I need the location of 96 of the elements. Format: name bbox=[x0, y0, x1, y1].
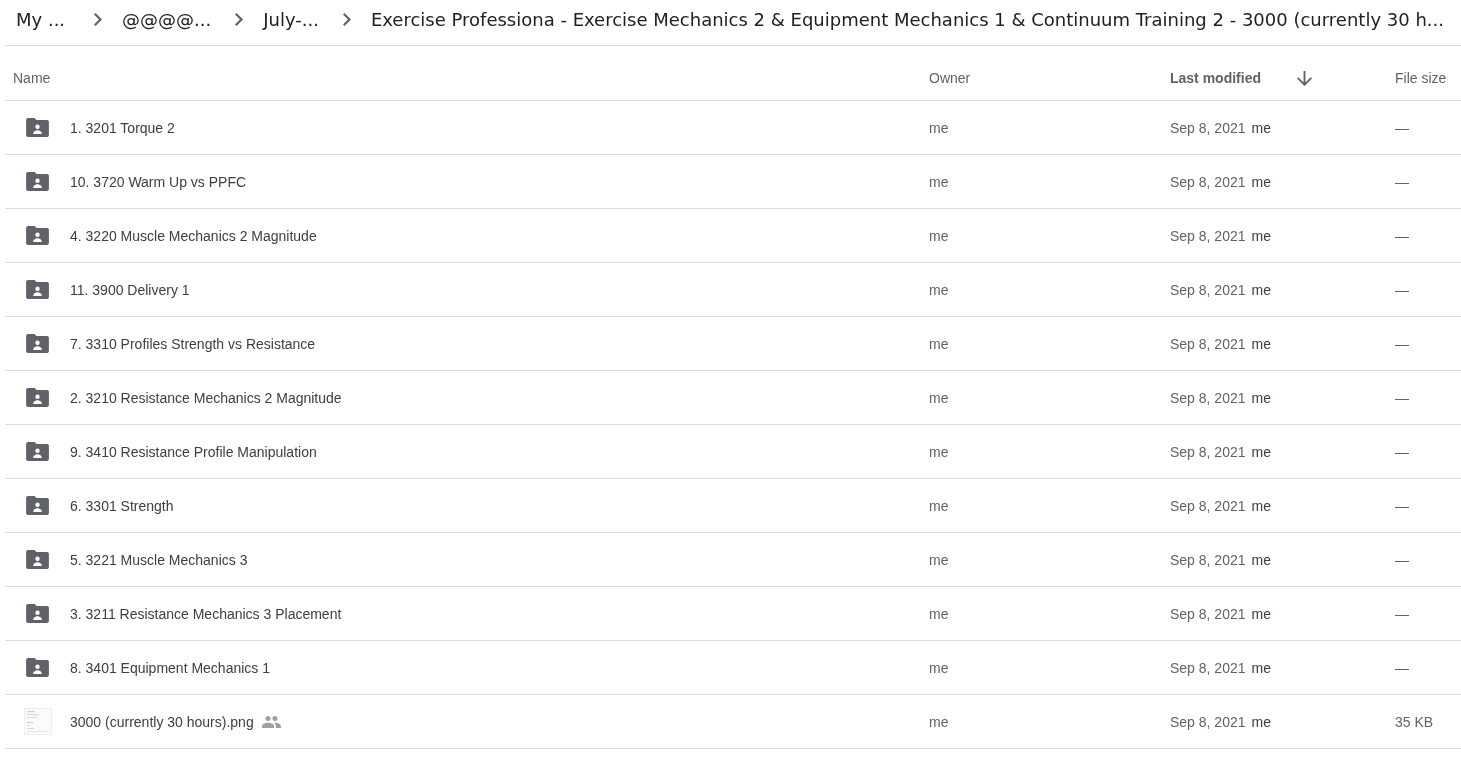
shared-folder-icon bbox=[26, 280, 49, 299]
file-name[interactable]: 3000 (currently 30 hours).png bbox=[70, 713, 254, 730]
owner-text: me bbox=[929, 497, 949, 514]
modified-by-text: me bbox=[1251, 227, 1271, 244]
chevron-right-icon bbox=[342, 12, 351, 26]
column-header[interactable]: Owner bbox=[929, 70, 971, 86]
file-row[interactable]: 8. 3401 Equipment Mechanics 1 me Sep 8, 2021 me — bbox=[5, 641, 1461, 695]
modified-date: Sep 8, 2021 bbox=[1170, 281, 1246, 298]
shared-folder-icon bbox=[26, 118, 49, 137]
file-row[interactable]: 10. 3720 Warm Up vs PPFC me Sep 8, 2021 me — bbox=[5, 155, 1461, 209]
modified-date: Sep 8, 2021 bbox=[1170, 551, 1246, 568]
shared-folder-icon bbox=[26, 550, 49, 569]
shared-folder-icon bbox=[26, 496, 49, 515]
modified-by-text: me bbox=[1251, 659, 1271, 676]
modified-by-text: me bbox=[1251, 389, 1271, 406]
owner-text: me bbox=[929, 227, 949, 244]
owner-text: me bbox=[929, 551, 949, 568]
owner-text: me bbox=[929, 659, 949, 676]
modified-by-text: me bbox=[1251, 605, 1271, 622]
file-name[interactable]: 10. 3720 Warm Up vs PPFC bbox=[70, 173, 247, 190]
shared-folder-icon bbox=[26, 442, 49, 461]
file-size-text: — bbox=[1395, 605, 1409, 622]
file-size-text: — bbox=[1395, 119, 1409, 136]
modified-date: Sep 8, 2021 bbox=[1170, 713, 1246, 730]
modified-by-text: me bbox=[1251, 713, 1271, 730]
file-row[interactable]: 11. 3900 Delivery 1 me Sep 8, 2021 me — bbox=[5, 263, 1461, 317]
file-name[interactable]: 3. 3211 Resistance Mechanics 3 Placement bbox=[70, 605, 342, 622]
owner-text: me bbox=[929, 119, 949, 136]
file-size-text: — bbox=[1395, 443, 1409, 460]
file-size-text: — bbox=[1395, 335, 1409, 352]
breadcrumb-item[interactable]: July-... bbox=[255, 4, 331, 34]
shared-folder-icon bbox=[26, 604, 49, 623]
chevron-right-icon bbox=[94, 12, 102, 26]
file-name[interactable]: 9. 3410 Resistance Profile Manipulation bbox=[70, 443, 317, 460]
file-name[interactable]: 7. 3310 Profiles Strength vs Resistance bbox=[70, 335, 316, 352]
modified-by-text: me bbox=[1251, 335, 1271, 352]
file-size-text: — bbox=[1395, 227, 1409, 244]
file-size-text: — bbox=[1395, 551, 1409, 568]
file-name[interactable]: 8. 3401 Equipment Mechanics 1 bbox=[70, 659, 270, 676]
file-size-text: 35 KB bbox=[1395, 713, 1434, 730]
modified-by-text: me bbox=[1251, 281, 1271, 298]
modified-date: Sep 8, 2021 bbox=[1170, 335, 1246, 352]
modified-by-text: me bbox=[1251, 173, 1271, 190]
modified-date: Sep 8, 2021 bbox=[1170, 497, 1246, 514]
breadcrumb-item[interactable]: Exercise Professiona - Exercise Mechanics 2 & Equipment Mechanics 1 & Continuum Training 2 - 3000 (currently 30 h... bbox=[362, 4, 1448, 34]
modified-date: Sep 8, 2021 bbox=[1170, 173, 1246, 190]
file-name[interactable]: 4. 3220 Muscle Mechanics 2 Magnitude bbox=[70, 227, 317, 244]
file-row[interactable]: 4. 3220 Muscle Mechanics 2 Magnitude me Sep 8, 2021 me — bbox=[5, 209, 1461, 263]
modified-date: Sep 8, 2021 bbox=[1170, 443, 1246, 460]
column-header[interactable]: Last modified bbox=[1170, 70, 1261, 86]
file-size-text: — bbox=[1395, 659, 1409, 676]
file-size-text: — bbox=[1395, 281, 1409, 298]
file-size-text: — bbox=[1395, 173, 1409, 190]
owner-text: me bbox=[929, 173, 949, 190]
sort-down-arrow-icon[interactable] bbox=[1297, 70, 1312, 86]
owner-text: me bbox=[929, 605, 949, 622]
breadcrumb-item[interactable]: @@@@... bbox=[114, 4, 224, 34]
shared-folder-icon bbox=[26, 388, 49, 407]
owner-text: me bbox=[929, 281, 949, 298]
owner-text: me bbox=[929, 713, 949, 730]
chevron-right-icon bbox=[235, 12, 244, 26]
modified-date: Sep 8, 2021 bbox=[1170, 659, 1246, 676]
file-name[interactable]: 1. 3201 Torque 2 bbox=[70, 119, 175, 136]
file-name[interactable]: 11. 3900 Delivery 1 bbox=[70, 281, 190, 298]
modified-date: Sep 8, 2021 bbox=[1170, 605, 1246, 622]
modified-by-text: me bbox=[1251, 551, 1271, 568]
file-size-text: — bbox=[1395, 497, 1409, 514]
file-row[interactable]: 5. 3221 Muscle Mechanics 3 me Sep 8, 2021 me — bbox=[5, 533, 1461, 587]
column-header[interactable]: Name bbox=[13, 70, 51, 86]
file-row[interactable]: 7. 3310 Profiles Strength vs Resistance me Sep 8, 2021 me — bbox=[5, 317, 1461, 371]
file-row[interactable]: 2. 3210 Resistance Mechanics 2 Magnitude me Sep 8, 2021 me — bbox=[5, 371, 1461, 425]
file-name[interactable]: 6. 3301 Strength bbox=[70, 497, 174, 514]
image-thumbnail-icon bbox=[24, 708, 52, 735]
file-name[interactable]: 5. 3221 Muscle Mechanics 3 bbox=[70, 551, 248, 568]
modified-date: Sep 8, 2021 bbox=[1170, 389, 1246, 406]
modified-by-text: me bbox=[1251, 443, 1271, 460]
file-row[interactable]: 3000 (currently 30 hours).png me Sep 8, 2021 me 35 KB bbox=[5, 695, 1461, 749]
owner-text: me bbox=[929, 443, 949, 460]
owner-text: me bbox=[929, 335, 949, 352]
modified-date: Sep 8, 2021 bbox=[1170, 227, 1246, 244]
file-name[interactable]: 2. 3210 Resistance Mechanics 2 Magnitude bbox=[70, 389, 342, 406]
shared-folder-icon bbox=[26, 172, 49, 191]
shared-folder-icon bbox=[26, 658, 49, 677]
shared-folder-icon bbox=[26, 226, 49, 245]
modified-by-text: me bbox=[1251, 119, 1271, 136]
file-row[interactable]: 9. 3410 Resistance Profile Manipulation me Sep 8, 2021 me — bbox=[5, 425, 1461, 479]
file-size-text: — bbox=[1395, 389, 1409, 406]
breadcrumb-item[interactable]: My ... bbox=[8, 4, 82, 34]
shared-folder-icon bbox=[26, 334, 49, 353]
column-header[interactable]: File size bbox=[1395, 70, 1447, 86]
file-row[interactable]: 6. 3301 Strength me Sep 8, 2021 me — bbox=[5, 479, 1461, 533]
modified-date: Sep 8, 2021 bbox=[1170, 119, 1246, 136]
modified-by-text: me bbox=[1251, 497, 1271, 514]
file-row[interactable]: 3. 3211 Resistance Mechanics 3 Placement me Sep 8, 2021 me — bbox=[5, 587, 1461, 641]
owner-text: me bbox=[929, 389, 949, 406]
file-row[interactable]: 1. 3201 Torque 2 me Sep 8, 2021 me — bbox=[5, 101, 1461, 155]
